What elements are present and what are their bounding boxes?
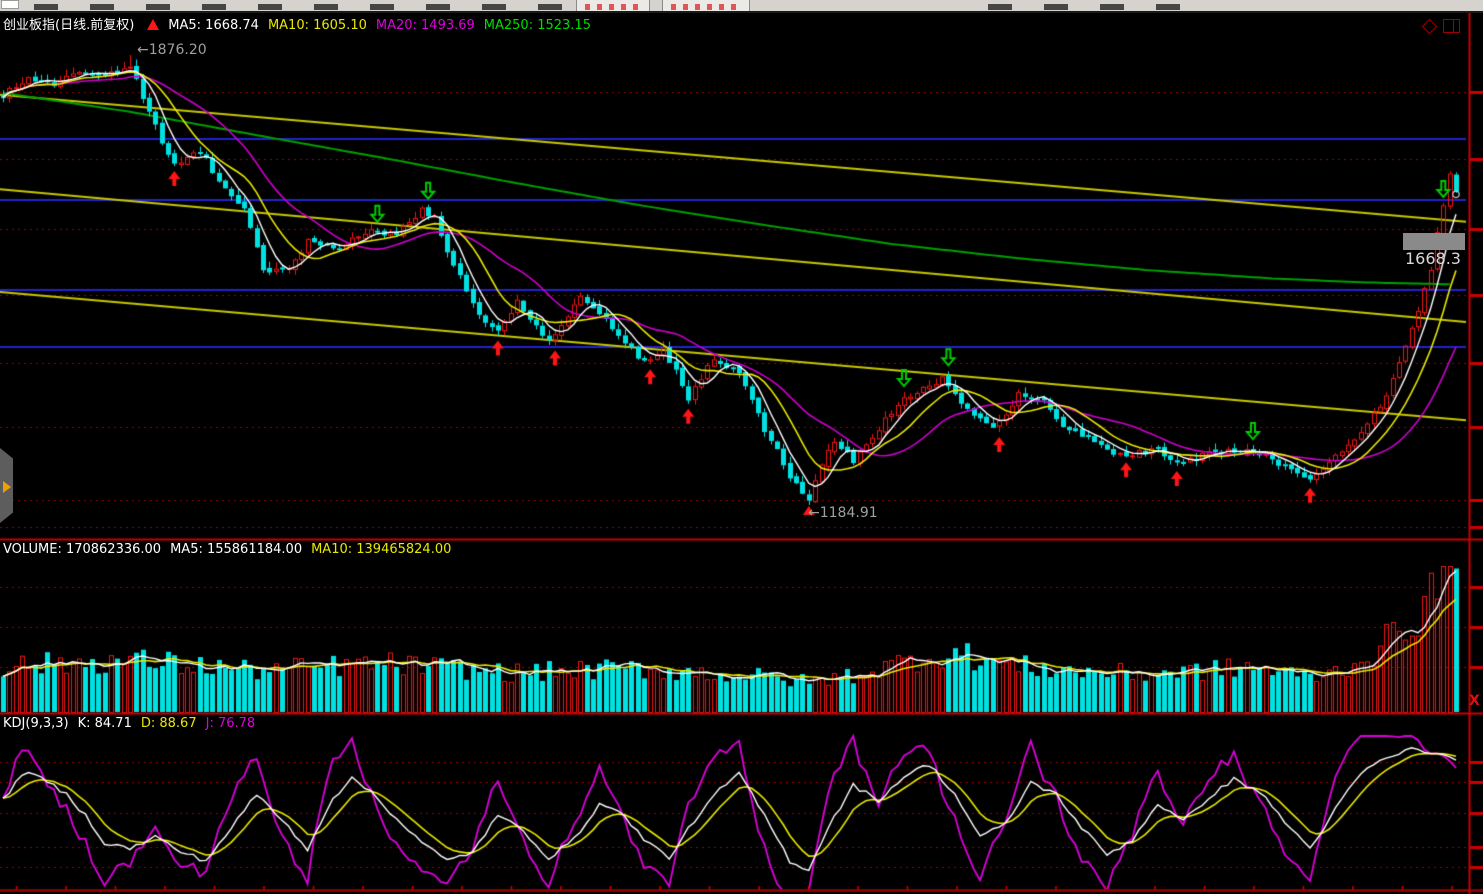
kdj-k-label: K: 84.71: [78, 716, 132, 731]
ma10-label: MA10: 1605.10: [268, 18, 367, 33]
split-pane-icon[interactable]: [1443, 19, 1460, 33]
ma20-label: MA20: 1493.69: [376, 18, 475, 33]
kdj-j-label: J: 76.78: [206, 716, 256, 731]
volume-ma5-label: MA5: 155861184.00: [170, 542, 302, 557]
close-indicator-button[interactable]: X: [1469, 693, 1480, 709]
pointer-glyph: ←: [808, 505, 820, 521]
main-chart-header: 创业板指(日线.前复权) MA5: 1668.74 MA10: 1605.10 MA2…: [3, 14, 600, 33]
chart-corner-tools: [1424, 19, 1460, 33]
menubar-red-button-2[interactable]: [662, 0, 750, 11]
ma5-label: MA5: 1668.74: [168, 18, 259, 33]
menu-items-clipped[interactable]: [34, 4, 564, 10]
up-arrow-icon: [147, 19, 159, 30]
price-tag-value: 1668.3: [1405, 249, 1461, 268]
menubar-white-icon[interactable]: [1, 0, 19, 9]
price-tag-box: [1403, 233, 1465, 250]
kdj-label: KDJ(9,3,3): [3, 716, 69, 731]
menubar[interactable]: [0, 0, 1483, 13]
symbol-title: 创业板指(日线.前复权): [3, 18, 134, 33]
kdj-header: KDJ(9,3,3) K: 84.71 D: 88.67 J: 76.78: [3, 716, 264, 731]
kdj-d-label: D: 88.67: [141, 716, 197, 731]
menu-right-text-clipped: [988, 4, 1206, 10]
chart-canvas[interactable]: [0, 0, 1483, 894]
volume-header: VOLUME: 170862336.00 MA5: 155861184.00 MA1…: [3, 542, 460, 557]
menubar-red-button-1[interactable]: [576, 0, 650, 11]
side-panel-handle[interactable]: [0, 448, 13, 523]
expand-arrow-icon: [3, 481, 11, 493]
pointer-glyph: ←: [137, 42, 149, 58]
diamond-icon[interactable]: [1422, 18, 1438, 34]
trading-app-window: 创业板指(日线.前复权) MA5: 1668.74 MA10: 1605.10 MA2…: [0, 0, 1483, 894]
high-price-label: ←1876.20: [137, 42, 207, 58]
volume-ma10-label: MA10: 139465824.00: [311, 542, 451, 557]
red-button-glyphs: [585, 4, 641, 10]
volume-label: VOLUME: 170862336.00: [3, 542, 161, 557]
red-button-glyphs: [671, 4, 741, 10]
ma250-label: MA250: 1523.15: [484, 18, 591, 33]
low-price-label: ←1184.91: [808, 505, 878, 521]
